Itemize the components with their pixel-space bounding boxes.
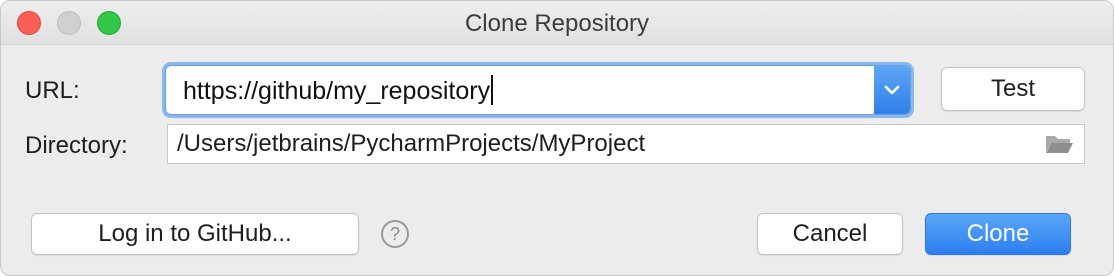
login-to-github-button[interactable]: Log in to GitHub... <box>31 213 359 255</box>
url-label: URL: <box>25 77 80 104</box>
text-cursor <box>491 75 494 105</box>
directory-input-value: /Users/jetbrains/PycharmProjects/MyProje… <box>177 130 646 157</box>
folder-open-icon[interactable] <box>1044 133 1074 160</box>
url-combobox[interactable]: https://github/my_repository <box>165 65 911 115</box>
test-button[interactable]: Test <box>941 67 1085 111</box>
title-bar: Clone Repository <box>1 1 1113 45</box>
chevron-down-icon <box>884 85 900 95</box>
directory-field[interactable]: /Users/jetbrains/PycharmProjects/MyProje… <box>167 124 1085 164</box>
directory-label: Directory: <box>25 132 128 159</box>
clone-button[interactable]: Clone <box>925 213 1071 255</box>
url-dropdown-button[interactable] <box>874 66 910 114</box>
help-icon[interactable]: ? <box>381 220 409 248</box>
cancel-button[interactable]: Cancel <box>757 213 903 255</box>
url-input[interactable]: https://github/my_repository <box>183 75 494 106</box>
url-input-value: https://github/my_repository <box>183 77 491 105</box>
dialog-title: Clone Repository <box>464 10 650 37</box>
clone-repository-dialog: Clone Repository URL: https://github/my_… <box>0 0 1114 276</box>
